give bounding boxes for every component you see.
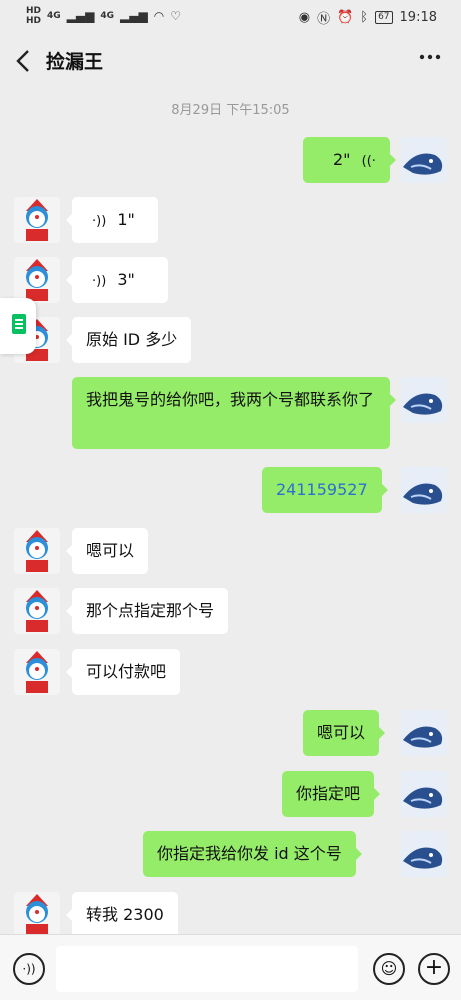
- avatar-self[interactable]: [401, 771, 447, 817]
- voice-input-button[interactable]: ·)): [13, 953, 45, 985]
- more-dots-icon: [419, 54, 441, 60]
- avatar-contact[interactable]: [14, 588, 60, 634]
- avatar-self[interactable]: [401, 831, 447, 877]
- title-bar: 捡漏王: [0, 34, 461, 90]
- alarm-icon: ⏰: [337, 10, 354, 25]
- voice-wave-icon: ·)): [92, 214, 107, 229]
- network-4g-2: 4G: [100, 11, 115, 21]
- text-message-bubble[interactable]: 原始 ID 多少: [65, 317, 192, 363]
- voice-wave-icon: ·)): [92, 274, 107, 289]
- avatar-contact[interactable]: [14, 257, 60, 303]
- battery-indicator: 67: [375, 11, 393, 24]
- voice-message-bubble[interactable]: ·)) 1": [66, 197, 158, 243]
- voice-message-bubble[interactable]: ·)) 3": [66, 257, 168, 303]
- message-input[interactable]: [56, 946, 358, 992]
- text-message-bubble[interactable]: 我把鬼号的给你吧，我两个号都联系你了: [72, 377, 396, 449]
- heart-rate-icon: ♡: [170, 9, 181, 23]
- voice-duration: 1": [117, 210, 135, 229]
- voice-duration: 3": [117, 270, 135, 289]
- network-4g-1: 4G: [47, 11, 61, 21]
- text-message-bubble[interactable]: 可以付款吧: [65, 649, 181, 695]
- voice-wave-icon: ·)): [22, 962, 36, 976]
- signal-icon-2: ▂▄▆: [120, 9, 148, 23]
- text-message-bubble[interactable]: 241159527: [262, 467, 388, 513]
- bluetooth-icon: ᛒ: [360, 10, 369, 25]
- avatar-self[interactable]: [401, 710, 447, 756]
- back-button[interactable]: [14, 48, 38, 76]
- input-bar: ·)) ☺ +: [0, 934, 461, 1000]
- avatar-contact[interactable]: [14, 892, 60, 938]
- avatar-self[interactable]: [401, 467, 447, 513]
- text-message-bubble[interactable]: 那个点指定那个号: [65, 588, 229, 634]
- text-message-bubble[interactable]: 你指定吧: [282, 771, 381, 817]
- plus-icon: +: [424, 955, 444, 980]
- avatar-contact[interactable]: [14, 528, 60, 574]
- more-functions-button[interactable]: +: [418, 953, 450, 985]
- status-left: HD HD 4G ▂▄▆ 4G ▂▄▆ ◠ ♡: [26, 6, 181, 26]
- voice-message-bubble[interactable]: 2" ((·: [303, 137, 396, 183]
- chat-timestamp: 8月29日 下午15:05: [171, 103, 290, 118]
- text-message-bubble[interactable]: 你指定我给你发 id 这个号: [143, 831, 362, 877]
- status-bar: HD HD 4G ▂▄▆ 4G ▂▄▆ ◠ ♡ ◉ Ⓝ ⏰ ᛒ 67 19:18: [0, 0, 461, 34]
- wifi-icon: ◠: [153, 9, 165, 23]
- more-button[interactable]: [419, 46, 441, 74]
- avatar-self[interactable]: [401, 377, 447, 423]
- clock: 19:18: [399, 10, 437, 25]
- document-icon: [12, 314, 26, 334]
- text-message-bubble[interactable]: 转我 2300: [66, 892, 178, 938]
- chevron-left-icon: [16, 50, 29, 72]
- avatar-self[interactable]: [401, 137, 447, 183]
- chat-title: 捡漏王: [46, 51, 104, 73]
- signal-icon: ▂▄▆: [66, 9, 95, 23]
- hd-label-1: HD: [26, 6, 42, 16]
- hd-label-2: HD: [26, 16, 42, 26]
- text-message-bubble[interactable]: 嗯可以: [65, 528, 149, 574]
- text-message-bubble[interactable]: 嗯可以: [303, 710, 386, 756]
- emoji-button[interactable]: ☺: [373, 953, 405, 985]
- avatar-contact[interactable]: [14, 197, 60, 243]
- voice-wave-icon: ((·: [361, 154, 376, 169]
- nfc-icon: Ⓝ: [317, 12, 331, 27]
- floating-doc-tab[interactable]: [0, 298, 36, 354]
- eye-icon: ◉: [298, 10, 311, 25]
- voice-duration: 2": [333, 150, 351, 169]
- avatar-contact[interactable]: [14, 649, 60, 695]
- status-right: ◉ Ⓝ ⏰ ᛒ 67 19:18: [299, 8, 437, 27]
- emoji-icon: ☺: [380, 959, 398, 978]
